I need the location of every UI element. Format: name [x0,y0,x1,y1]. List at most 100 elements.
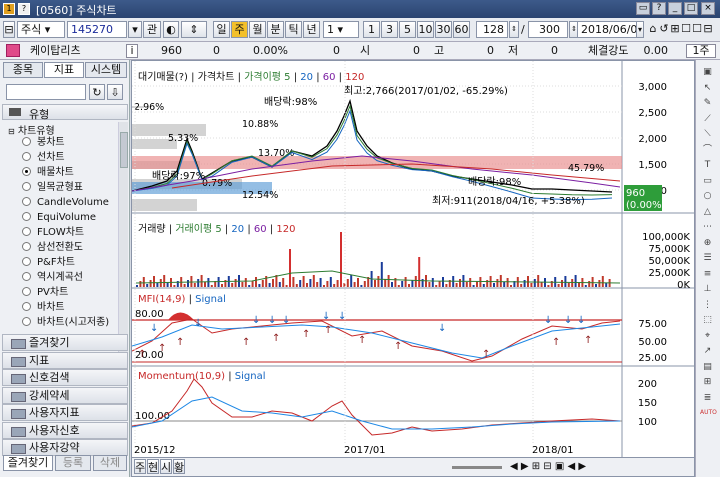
split-icon[interactable]: ⊟ [703,21,713,38]
tab-indicator[interactable]: 지표 [44,62,84,78]
date-input[interactable]: 2018/06/01 [577,21,637,38]
stepper-icon[interactable]: ⇕ [181,21,207,38]
bottom-tab-register[interactable]: 등록 [55,455,91,471]
drawing-tool-icon[interactable]: ↗ [700,345,715,357]
radio-icon[interactable] [22,152,31,161]
refresh-icon[interactable]: ↻ [89,84,105,100]
restore-icon[interactable]: ▭ [636,2,650,15]
interval-5[interactable]: 5 [399,21,416,38]
bottom-btn-status[interactable]: 황 [173,459,185,474]
drawing-tool-icon[interactable]: ⊕ [700,237,715,249]
drawing-tool-icon[interactable]: ⌒ [700,144,715,156]
folder-item[interactable]: 사용자지표 [2,404,128,421]
chart-type-item[interactable]: 봉차트 [22,136,65,150]
chart-type-item[interactable]: 매물차트 [22,166,74,180]
bottom-btn-market[interactable]: 시 [160,459,172,474]
folder-item[interactable]: 사용자신호 [2,421,128,439]
tab-system[interactable]: 시스템 [85,62,127,78]
layout-icon[interactable]: ⊞ [670,21,680,38]
window2-icon[interactable]: ☐ [692,21,702,38]
unit-button[interactable]: 1주 [686,44,716,58]
drawing-tool-icon[interactable]: ▭ [700,175,715,187]
chart-canvas[interactable]: 3,0002,5002,0001,5001,0002.96%10.88%5.33… [132,61,694,476]
market-select[interactable]: 주식 ▾ [17,21,65,38]
drawing-tool-icon[interactable]: ⊞ [700,376,715,388]
home-icon[interactable]: ⌂ [648,21,658,38]
folder-item[interactable]: 신호검색 [2,369,128,386]
chart-type-item[interactable]: 바차트 [22,301,65,315]
chart-type-item[interactable]: P&F차트 [22,256,75,270]
period-minute[interactable]: 분 [267,21,284,38]
chart-type-item[interactable]: 삼선전환도 [22,241,83,255]
chart-area[interactable]: 3,0002,5002,0001,5001,0002.96%10.88%5.33… [131,60,695,477]
help-icon[interactable]: ? [18,3,30,15]
refresh-icon[interactable]: ↺ [659,21,669,38]
help-button[interactable]: ? [652,2,666,15]
prev-stock-icon[interactable]: ◐ [163,21,179,38]
radio-icon[interactable] [22,272,31,281]
interval-select[interactable]: 1 ▾ [323,21,359,38]
dropdown-icon[interactable]: ▾ [128,21,142,38]
period-day[interactable]: 일 [213,21,230,38]
window-icon[interactable]: ☐ [681,21,691,38]
drawing-tool-icon[interactable]: ⌖ [700,330,715,342]
tab-stock[interactable]: 종목 [3,62,43,78]
count-input[interactable]: 128 [476,21,508,38]
type-section-header[interactable]: 유형 [2,104,128,121]
folder-item[interactable]: 강세약세 [2,386,128,404]
download-icon[interactable]: ⇩ [107,84,123,100]
search-button[interactable]: 관 [143,21,161,38]
chart-type-group[interactable]: ⊟ 차트유형 [8,122,55,137]
zoom-slider[interactable] [452,466,502,469]
date-dropdown-icon[interactable]: ▾ [636,21,644,38]
drawing-tool-icon[interactable]: △ [700,206,715,218]
drawing-tool-icon[interactable]: ≡ [700,268,715,280]
bottom-btn-week[interactable]: 주 [134,459,146,474]
drawing-tool-icon[interactable]: ▣ [700,66,715,78]
interval-3[interactable]: 3 [381,21,398,38]
drawing-tool-icon[interactable]: T [700,159,715,171]
drawing-tool-icon[interactable]: ⟍ [700,128,715,140]
count-stepper[interactable]: ⇕ [509,21,519,38]
drawing-tool-icon[interactable]: ☰ [700,252,715,264]
pin-icon[interactable]: ⊟ [3,21,15,38]
period-month[interactable]: 월 [249,21,266,38]
radio-icon[interactable] [22,182,31,191]
chart-type-item[interactable]: 역시계곡선 [22,271,83,285]
bottom-tab-favorites[interactable]: 즐겨찾기 [3,455,53,471]
drawing-tool-icon[interactable]: ⟋ [700,113,715,125]
chart-type-item[interactable]: 선차트 [22,151,65,165]
indicator-search-input[interactable] [6,84,86,100]
chart-type-item[interactable]: 일목균형표 [22,181,83,195]
radio-icon[interactable] [22,227,31,236]
drawing-tool-icon[interactable]: ⬚ [700,314,715,326]
interval-60[interactable]: 60 [453,21,470,38]
drawing-tool-icon[interactable]: ⊥ [700,283,715,295]
drawing-tool-icon[interactable]: ↖ [700,82,715,94]
interval-10[interactable]: 10 [417,21,434,38]
info-icon[interactable]: i [126,44,138,58]
close-button[interactable]: × [701,2,715,15]
chart-type-item[interactable]: EquiVolume [22,211,96,225]
folder-item[interactable]: 사용자강약 [2,439,128,456]
drawing-tool-icon[interactable]: ○ [700,190,715,202]
radio-icon[interactable] [22,167,31,176]
chart-type-item[interactable]: FLOW차트 [22,226,84,240]
radio-icon[interactable] [22,197,31,206]
drawing-tool-icon[interactable]: ✎ [700,97,715,109]
scrollbar-thumb[interactable] [120,132,128,168]
radio-icon[interactable] [22,287,31,296]
period-week[interactable]: 주 [231,21,248,38]
chart-type-item[interactable]: CandleVolume [22,196,109,210]
drawing-tool-icon[interactable]: ⋯ [700,221,715,233]
drawing-tool-icon[interactable]: ▤ [700,361,715,373]
folder-item[interactable]: 즐겨찾기 [2,334,128,351]
period-tick[interactable]: 틱 [285,21,302,38]
bottom-btn-current[interactable]: 현 [147,459,159,474]
radio-icon[interactable] [22,137,31,146]
interval-30[interactable]: 30 [435,21,452,38]
chart-type-item[interactable]: 바차트(시고저종) [22,316,109,330]
folder-item[interactable]: 지표 [2,351,128,369]
total-input[interactable]: 300 [528,21,568,38]
stock-code-input[interactable]: 145270 [67,21,127,38]
